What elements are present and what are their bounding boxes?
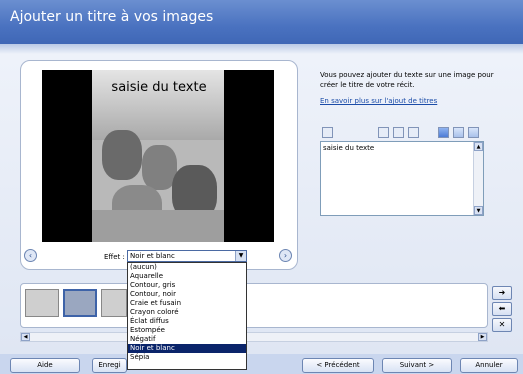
next-icon: › <box>283 251 288 260</box>
next-button[interactable]: Suivant > <box>382 358 452 373</box>
chevron-down-icon[interactable]: ▼ <box>235 251 246 261</box>
title-text-input[interactable]: saisie du texte ▲ ▼ <box>320 141 484 216</box>
prev-image-button[interactable]: ‹ <box>24 249 37 262</box>
filmstrip-scrollbar[interactable]: ◀ ▶ <box>20 332 488 342</box>
overlay-title-text: saisie du texte <box>111 80 207 95</box>
next-image-button[interactable]: › <box>279 249 292 262</box>
move-right-icon: ➜ <box>498 288 506 297</box>
move-left-icon: ⬅ <box>498 304 506 313</box>
position-bottom-icon[interactable] <box>468 127 479 138</box>
align-center-icon[interactable] <box>393 127 404 138</box>
header-shade <box>0 44 523 54</box>
page-title: Ajouter un titre à vos images <box>10 9 214 25</box>
filmstrip-thumbnail[interactable] <box>25 289 59 317</box>
align-left-icon[interactable] <box>378 127 389 138</box>
move-left-button[interactable]: ⬅ <box>492 302 512 316</box>
effect-dropdown-list[interactable]: (aucun) Aquarelle Contour, gris Contour,… <box>127 262 247 370</box>
effect-option[interactable]: Craie et fusain <box>128 299 246 308</box>
filmstrip-thumbnail[interactable] <box>101 289 127 317</box>
effect-option[interactable]: Contour, noir <box>128 290 246 299</box>
preview-photo <box>92 70 224 242</box>
text-scrollbar[interactable]: ▲ ▼ <box>473 142 483 215</box>
effect-option[interactable]: Contour, gris <box>128 281 246 290</box>
help-button[interactable]: Aide <box>10 358 80 373</box>
title-text-value: saisie du texte <box>323 144 375 152</box>
position-middle-icon[interactable] <box>453 127 464 138</box>
filmstrip-thumbnail-selected[interactable] <box>63 289 97 317</box>
effect-select-value: Noir et blanc <box>130 252 175 260</box>
font-icon[interactable] <box>322 127 333 138</box>
effect-option[interactable]: Sépia <box>128 353 246 362</box>
effect-label: Effet : <box>104 253 125 261</box>
effect-select[interactable]: Noir et blanc ▼ <box>127 250 247 262</box>
save-button[interactable]: Enregi <box>92 358 127 373</box>
info-description: Vous pouvez ajouter du texte sur une ima… <box>320 71 494 89</box>
align-right-icon[interactable] <box>408 127 419 138</box>
effect-option[interactable]: Aquarelle <box>128 272 246 281</box>
scroll-down-icon[interactable]: ▼ <box>474 206 483 215</box>
position-top-icon[interactable] <box>438 127 449 138</box>
previous-button[interactable]: < Précédent <box>302 358 374 373</box>
effect-option-selected[interactable]: Noir et blanc <box>128 344 246 353</box>
remove-icon: ✕ <box>498 320 506 329</box>
effect-option[interactable]: Crayon coloré <box>128 308 246 317</box>
scroll-right-icon[interactable]: ▶ <box>478 333 487 341</box>
effect-option[interactable]: (aucun) <box>128 263 246 272</box>
effect-option[interactable]: Estompée <box>128 326 246 335</box>
scroll-left-icon[interactable]: ◀ <box>21 333 30 341</box>
learn-more-link[interactable]: En savoir plus sur l'ajout de titres <box>320 97 437 105</box>
prev-icon: ‹ <box>28 251 33 260</box>
remove-button[interactable]: ✕ <box>492 318 512 332</box>
effect-option[interactable]: Éclat diffus <box>128 317 246 326</box>
header-bar: Ajouter un titre à vos images <box>0 0 523 44</box>
move-right-button[interactable]: ➜ <box>492 286 512 300</box>
scroll-up-icon[interactable]: ▲ <box>474 142 483 151</box>
cancel-button[interactable]: Annuler <box>460 358 518 373</box>
effect-option[interactable]: Négatif <box>128 335 246 344</box>
